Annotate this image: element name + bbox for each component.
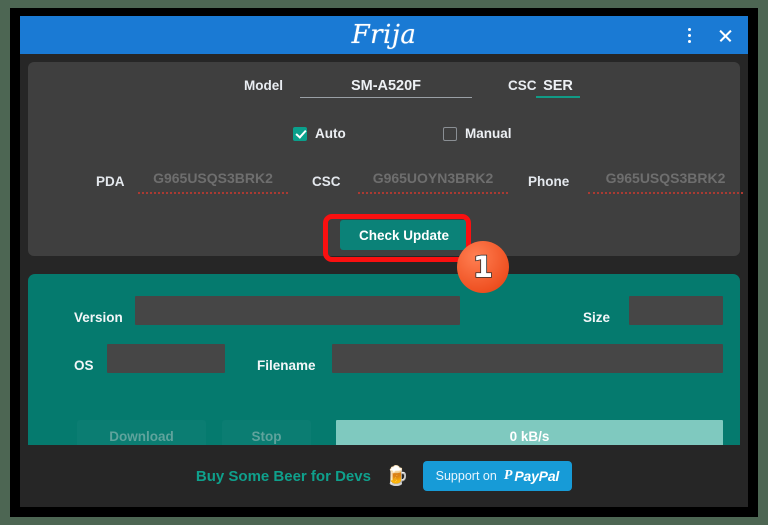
paypal-support-button[interactable]: Support on P PayPal: [422, 461, 573, 491]
beer-mug-icon: 🍺: [384, 465, 409, 487]
mode-row: Auto Manual: [28, 126, 740, 146]
close-button[interactable]: [708, 16, 742, 54]
os-input[interactable]: [107, 344, 225, 373]
menu-button[interactable]: [672, 16, 706, 54]
size-label: Size: [583, 310, 611, 325]
paypal-wordmark: PayPal: [514, 468, 560, 484]
version-input[interactable]: [135, 296, 460, 325]
firmware-row: PDA G965USQS3BRK2 CSC G965UOYN3BRK2 Phon…: [28, 170, 743, 200]
vertical-dots-icon: [687, 27, 691, 43]
model-panel: Model SM-A520F CSC SER Auto Manual PDA G…: [28, 62, 743, 256]
app-title: Frija: [351, 20, 417, 50]
phone-label: Phone: [528, 174, 570, 189]
donate-link[interactable]: Buy Some Beer for Devs: [196, 468, 371, 485]
paypal-logo: P PayPal: [504, 468, 559, 484]
phone-input[interactable]: G965USQS3BRK2: [588, 170, 743, 194]
paypal-p-icon: P: [503, 468, 513, 483]
close-icon: [718, 28, 733, 43]
auto-label: Auto: [315, 126, 346, 141]
frija-window: Frija Model SM-A520F CSC SER Auto Manual…: [20, 16, 748, 507]
desktop-background: Frija Model SM-A520F CSC SER Auto Manual…: [0, 0, 768, 525]
footer: Buy Some Beer for Devs 🍺 Support on P Pa…: [20, 445, 748, 507]
filename-input[interactable]: [332, 344, 723, 373]
pda-label: PDA: [96, 174, 125, 189]
csc-firmware-input[interactable]: G965UOYN3BRK2: [358, 170, 508, 194]
size-input[interactable]: [629, 296, 723, 325]
window-frame: Frija Model SM-A520F CSC SER Auto Manual…: [10, 8, 758, 517]
model-input[interactable]: SM-A520F: [300, 76, 472, 98]
version-label: Version: [74, 310, 123, 325]
download-panel: Version Size OS Filename Download Stop 0…: [28, 274, 740, 466]
model-label: Model: [244, 78, 283, 93]
annotation-step-number: 1: [472, 249, 494, 284]
annotation-step-badge: 1: [457, 241, 509, 293]
filename-label: Filename: [257, 358, 316, 373]
manual-checkbox[interactable]: Manual: [443, 126, 512, 141]
csc-firmware-label: CSC: [312, 174, 341, 189]
os-label: OS: [74, 358, 94, 373]
checkbox-checked-icon: [293, 126, 307, 141]
csc-input[interactable]: SER: [536, 76, 580, 98]
pda-input[interactable]: G965USQS3BRK2: [138, 170, 288, 194]
check-update-button[interactable]: Check Update: [340, 220, 468, 250]
checkbox-unchecked-icon: [443, 126, 457, 141]
manual-label: Manual: [465, 126, 512, 141]
auto-checkbox[interactable]: Auto: [293, 126, 346, 141]
title-bar: Frija: [20, 16, 748, 54]
paypal-support-label: Support on: [435, 469, 497, 483]
title-bar-controls: [672, 16, 742, 54]
csc-label: CSC: [508, 78, 537, 93]
download-speed-text: 0 kB/s: [509, 428, 550, 444]
